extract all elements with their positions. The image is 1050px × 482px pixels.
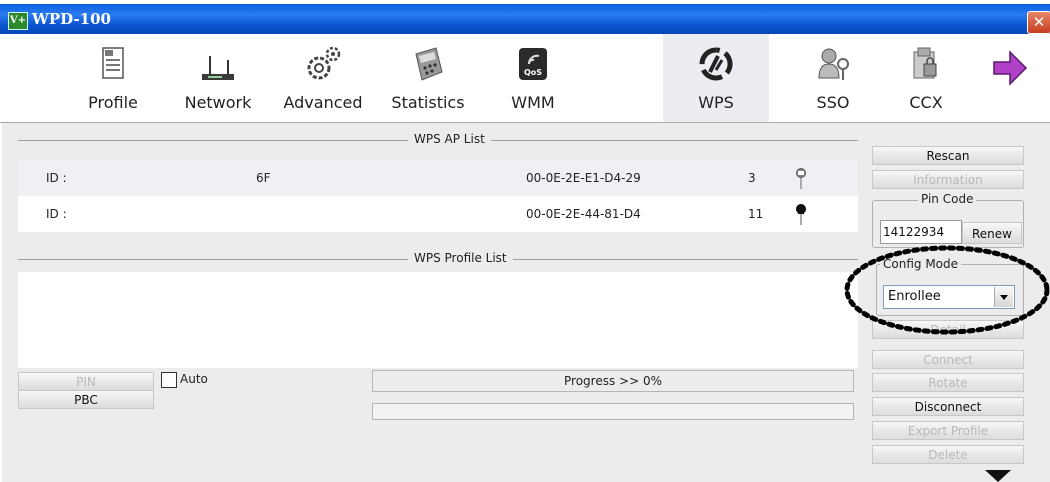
pbc-button[interactable]: PBC [18,390,154,409]
ssid-cell: 6F [256,171,271,185]
rescan-button[interactable]: Rescan [872,146,1024,165]
tab-profile[interactable]: Profile [63,34,163,122]
tab-network[interactable]: Network [168,34,268,122]
router-icon [202,56,234,80]
wps-icon [699,47,733,81]
tab-label: WMM [511,93,555,112]
app-icon: V+ [8,12,28,30]
pin-code-field[interactable]: 14122934 [880,220,962,244]
highlight-ellipse [844,245,1050,335]
bssid-cell: 00-0E-2E-44-81-D4 [526,207,641,221]
close-button[interactable]: ✕ [1027,11,1050,34]
scroll-down-icon[interactable] [985,470,1011,482]
tab-wmm[interactable]: QoS WMM [483,34,583,122]
section-title: WPS Profile List [408,251,513,265]
tab-label: WPS [698,93,734,112]
auto-label: Auto [180,372,208,386]
information-button[interactable]: Information [872,170,1024,189]
channel-cell: 3 [748,171,756,185]
pin-button[interactable]: PIN [18,372,154,391]
tab-label: Statistics [391,93,465,112]
calculator-icon [415,47,443,81]
progress-bar [372,403,854,420]
tab-advanced[interactable]: Advanced [273,34,373,122]
rotate-button[interactable]: Rotate [872,373,1024,392]
delete-button[interactable]: Delete [872,445,1024,464]
tab-label: Profile [88,93,138,112]
key-icon [796,168,806,189]
id-label: ID : [46,171,67,185]
tab-label: SSO [816,93,850,112]
tab-label: Network [184,93,252,112]
tab-label: Advanced [283,93,363,112]
section-title: WPS AP List [408,132,491,146]
wps-ap-list: ID : 6F 00-0E-2E-E1-D4-29 3 ID : 00-0E-2… [18,160,858,232]
tab-label: CCX [909,93,943,112]
id-label: ID : [46,207,67,221]
profile-icon [102,47,124,79]
wps-ap-list-header: WPS AP List [18,131,858,151]
progress-text-box: Progress >> 0% [372,370,854,392]
tab-ccx[interactable]: CCX [876,34,976,122]
channel-cell: 11 [748,207,764,221]
svg-text:QoS: QoS [524,68,542,77]
export-profile-button[interactable]: Export Profile [872,421,1024,440]
disconnect-button[interactable]: Disconnect [872,397,1024,416]
qos-icon: QoS [519,48,547,80]
gears-icon [307,46,341,80]
renew-button[interactable]: Renew [962,222,1022,244]
tab-wps[interactable]: WPS [663,34,769,122]
pin-code-title: Pin Code [918,192,977,206]
table-row[interactable]: ID : 00-0E-2E-44-81-D4 11 [18,196,858,232]
table-row[interactable]: ID : 6F 00-0E-2E-E1-D4-29 3 [18,160,858,196]
ccx-icon [913,47,937,79]
auto-checkbox[interactable] [161,372,177,388]
tab-sso[interactable]: SSO [783,34,883,122]
user-key-icon [818,48,849,80]
arrow-right-icon[interactable] [990,48,1030,88]
title-bar: V+ WPD-100 ✕ [0,4,1050,34]
connect-button[interactable]: Connect [872,350,1024,369]
wps-profile-list[interactable] [18,272,858,368]
toolbar: Profile Network Advanced Statistics QoS … [0,34,1050,123]
window-title: WPD-100 [32,10,111,28]
wps-profile-list-header: WPS Profile List [18,250,858,270]
key-icon [796,204,806,225]
tab-statistics[interactable]: Statistics [378,34,478,122]
bssid-cell: 00-0E-2E-E1-D4-29 [526,171,641,185]
